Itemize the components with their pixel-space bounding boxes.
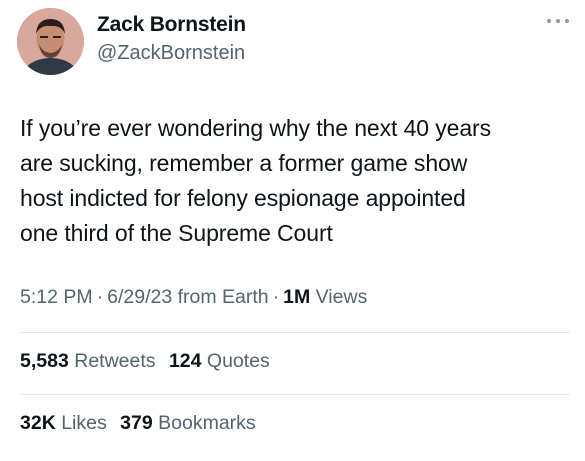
tweet-source: from Earth: [177, 286, 269, 308]
avatar[interactable]: [17, 8, 84, 75]
tweet-line: are sucking, remember a former game show: [20, 150, 468, 176]
retweets-label: Retweets: [74, 350, 156, 372]
quotes-count: 124: [168, 350, 202, 372]
meta-separator: ·: [96, 286, 104, 308]
likes-label: Likes: [61, 412, 107, 434]
likes-count: 32K: [20, 412, 56, 434]
views-count: 1M: [283, 286, 311, 308]
retweets-count: 5,583: [20, 350, 69, 372]
divider: [20, 394, 570, 395]
quotes-stat[interactable]: 124 Quotes: [169, 350, 270, 373]
author-handle[interactable]: @ZackBornstein: [97, 42, 245, 65]
tweet-text: If you’re ever wondering why the next 40…: [20, 111, 565, 251]
divider: [20, 332, 570, 333]
more-options-icon[interactable]: [545, 16, 571, 26]
bookmarks-count: 379: [120, 412, 153, 434]
tweet-time[interactable]: 5:12 PM: [20, 286, 93, 308]
profile-photo-icon: [17, 8, 84, 75]
author-name[interactable]: Zack Bornstein: [97, 13, 246, 37]
tweet-line: If you’re ever wondering why the next 40…: [20, 115, 491, 141]
tweet-card: Zack Bornstein @ZackBornstein If you’re …: [0, 0, 585, 461]
bookmarks-stat[interactable]: 379 Bookmarks: [120, 412, 256, 435]
bookmarks-label: Bookmarks: [158, 412, 256, 434]
retweets-stat[interactable]: 5,583 Retweets: [20, 350, 156, 373]
views-label: Views: [315, 286, 368, 308]
tweet-date[interactable]: 6/29/23: [107, 286, 172, 308]
likes-stat[interactable]: 32K Likes: [20, 412, 107, 435]
meta-separator: ·: [272, 286, 280, 308]
tweet-meta: 5:12 PM · 6/29/23 from Earth · 1M Views: [20, 286, 367, 309]
quotes-label: Quotes: [206, 350, 270, 372]
tweet-line: host indicted for felony espionage appoi…: [20, 185, 466, 211]
stats-row-engagement: 5,583 Retweets 124 Quotes: [20, 350, 278, 373]
tweet-line: one third of the Supreme Court: [20, 220, 333, 246]
stats-row-likes: 32K Likes 379 Bookmarks: [20, 412, 264, 435]
